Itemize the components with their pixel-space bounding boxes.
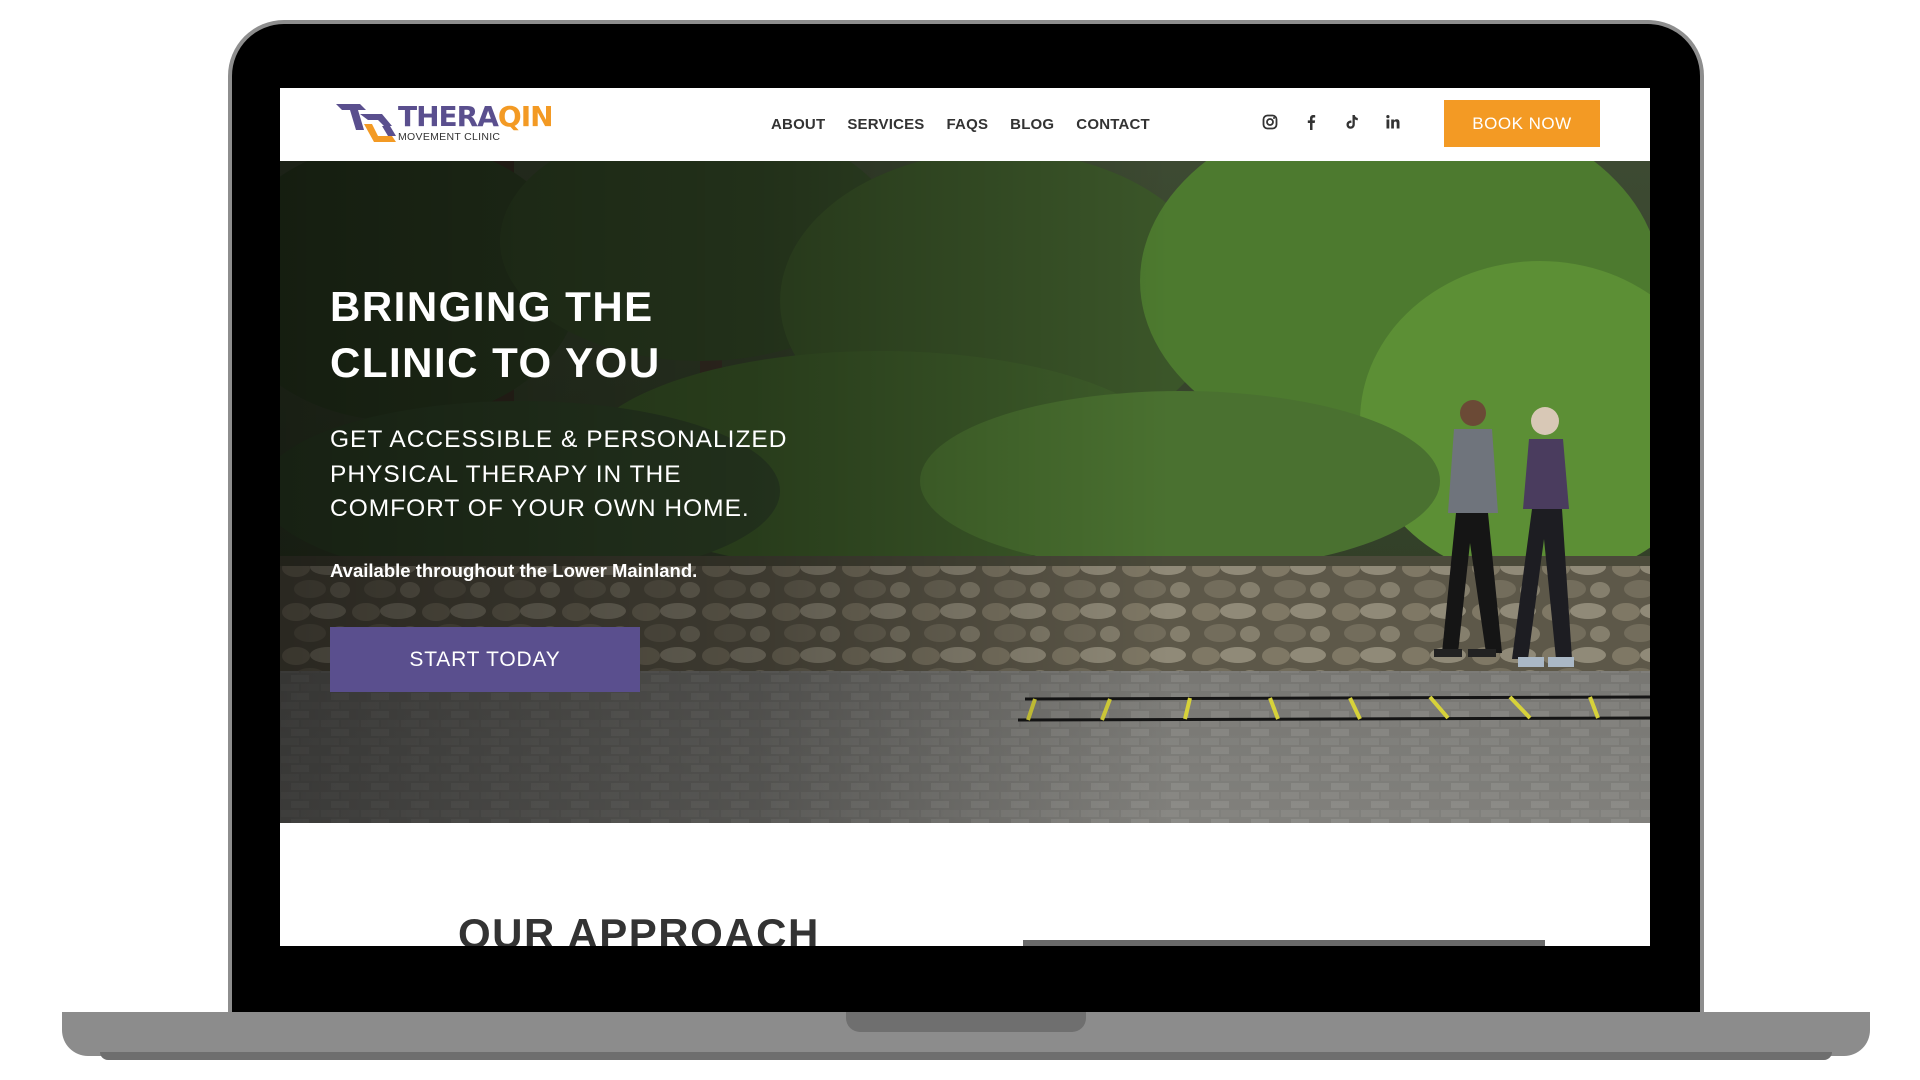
website-screen: THERAQIN MOVEMENT CLINIC ABOUT SERVICES … bbox=[280, 88, 1650, 946]
brand-name-part1: THERA bbox=[398, 100, 499, 134]
instagram-icon[interactable] bbox=[1260, 112, 1280, 132]
social-links bbox=[1260, 112, 1403, 132]
linkedin-icon[interactable] bbox=[1383, 112, 1403, 132]
theraqin-logo-icon bbox=[336, 104, 396, 142]
navbar: THERAQIN MOVEMENT CLINIC ABOUT SERVICES … bbox=[280, 88, 1650, 161]
book-now-button[interactable]: BOOK NOW bbox=[1444, 100, 1600, 147]
approach-image bbox=[1023, 940, 1545, 946]
nav-contact[interactable]: CONTACT bbox=[1076, 116, 1150, 133]
tiktok-icon[interactable] bbox=[1342, 112, 1362, 132]
hero-subtitle-line2: PHYSICAL THERAPY IN THE bbox=[330, 460, 682, 488]
availability-note: Available throughout the Lower Mainland. bbox=[330, 560, 698, 581]
hero-subtitle: GET ACCESSIBLE & PERSONALIZED PHYSICAL T… bbox=[330, 423, 850, 527]
hero-subtitle-line1: GET ACCESSIBLE & PERSONALIZED bbox=[330, 426, 788, 453]
nav-faqs[interactable]: FAQS bbox=[947, 116, 989, 133]
approach-heading: OUR APPROACH bbox=[458, 910, 820, 946]
brand-name-part2: QIN bbox=[497, 100, 554, 134]
nav-about[interactable]: ABOUT bbox=[771, 116, 825, 133]
nav-blog[interactable]: BLOG bbox=[1010, 116, 1054, 133]
nav-services[interactable]: SERVICES bbox=[847, 116, 924, 133]
hero-section: BRINGING THE CLINIC TO YOU GET ACCESSIBL… bbox=[280, 161, 1650, 823]
hero-title-line2: CLINIC TO YOU bbox=[330, 339, 661, 386]
nav-links: ABOUT SERVICES FAQS BLOG CONTACT bbox=[771, 116, 1150, 133]
laptop-base-shadow bbox=[100, 1052, 1832, 1060]
laptop-notch bbox=[846, 1012, 1086, 1032]
hero-subtitle-line3: COMFORT OF YOUR OWN HOME. bbox=[330, 495, 750, 522]
start-today-button[interactable]: START TODAY bbox=[330, 627, 640, 692]
hero-title: BRINGING THE CLINIC TO YOU bbox=[330, 279, 850, 391]
hero-title-line1: BRINGING THE bbox=[330, 283, 654, 330]
brand-name: THERAQIN bbox=[398, 100, 554, 134]
logo-text: THERAQIN MOVEMENT CLINIC bbox=[398, 100, 554, 144]
brand-tagline: MOVEMENT CLINIC bbox=[398, 131, 501, 144]
logo[interactable]: THERAQIN MOVEMENT CLINIC bbox=[334, 100, 554, 146]
facebook-icon[interactable] bbox=[1301, 112, 1321, 132]
